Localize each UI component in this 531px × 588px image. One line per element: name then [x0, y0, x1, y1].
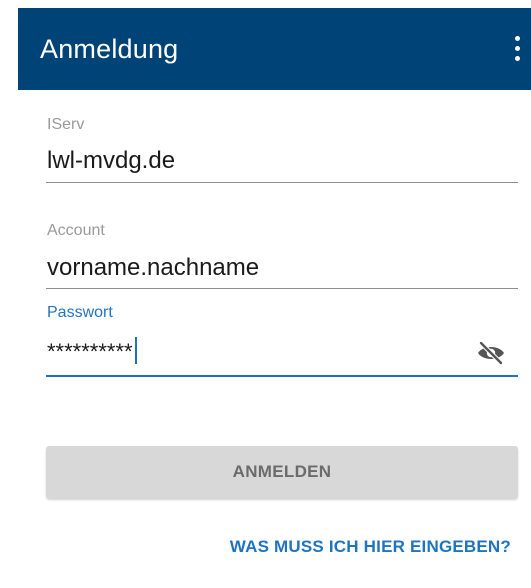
visibility-off-icon[interactable] [476, 340, 506, 366]
visibility-off-glyph [478, 340, 504, 366]
account-underline [46, 288, 518, 289]
iserv-underline [46, 182, 518, 183]
more-vert-icon[interactable] [507, 32, 527, 66]
password-field[interactable]: Passwort ********** [46, 300, 518, 380]
login-button[interactable]: ANMELDEN [46, 446, 518, 498]
password-label: Passwort [47, 304, 113, 321]
menu-dot [515, 36, 520, 41]
password-mask: ********** [47, 339, 133, 364]
menu-dot [515, 46, 520, 51]
page-title: Anmeldung [40, 34, 179, 64]
iserv-label: IServ [47, 116, 85, 133]
password-input[interactable]: ********** [47, 337, 137, 367]
password-underline [46, 375, 518, 377]
menu-dot [515, 56, 520, 61]
iserv-input[interactable]: lwl-mvdg.de [47, 146, 175, 176]
text-cursor [134, 337, 137, 364]
help-link[interactable]: WAS MUSS ICH HIER EINGEBEN? [230, 537, 511, 557]
app-bar: Anmeldung [18, 8, 531, 90]
iserv-field[interactable]: IServ lwl-mvdg.de [46, 112, 518, 188]
account-label: Account [47, 222, 105, 239]
account-input[interactable]: vorname.nachname [47, 253, 259, 283]
account-field[interactable]: Account vorname.nachname [46, 218, 518, 294]
